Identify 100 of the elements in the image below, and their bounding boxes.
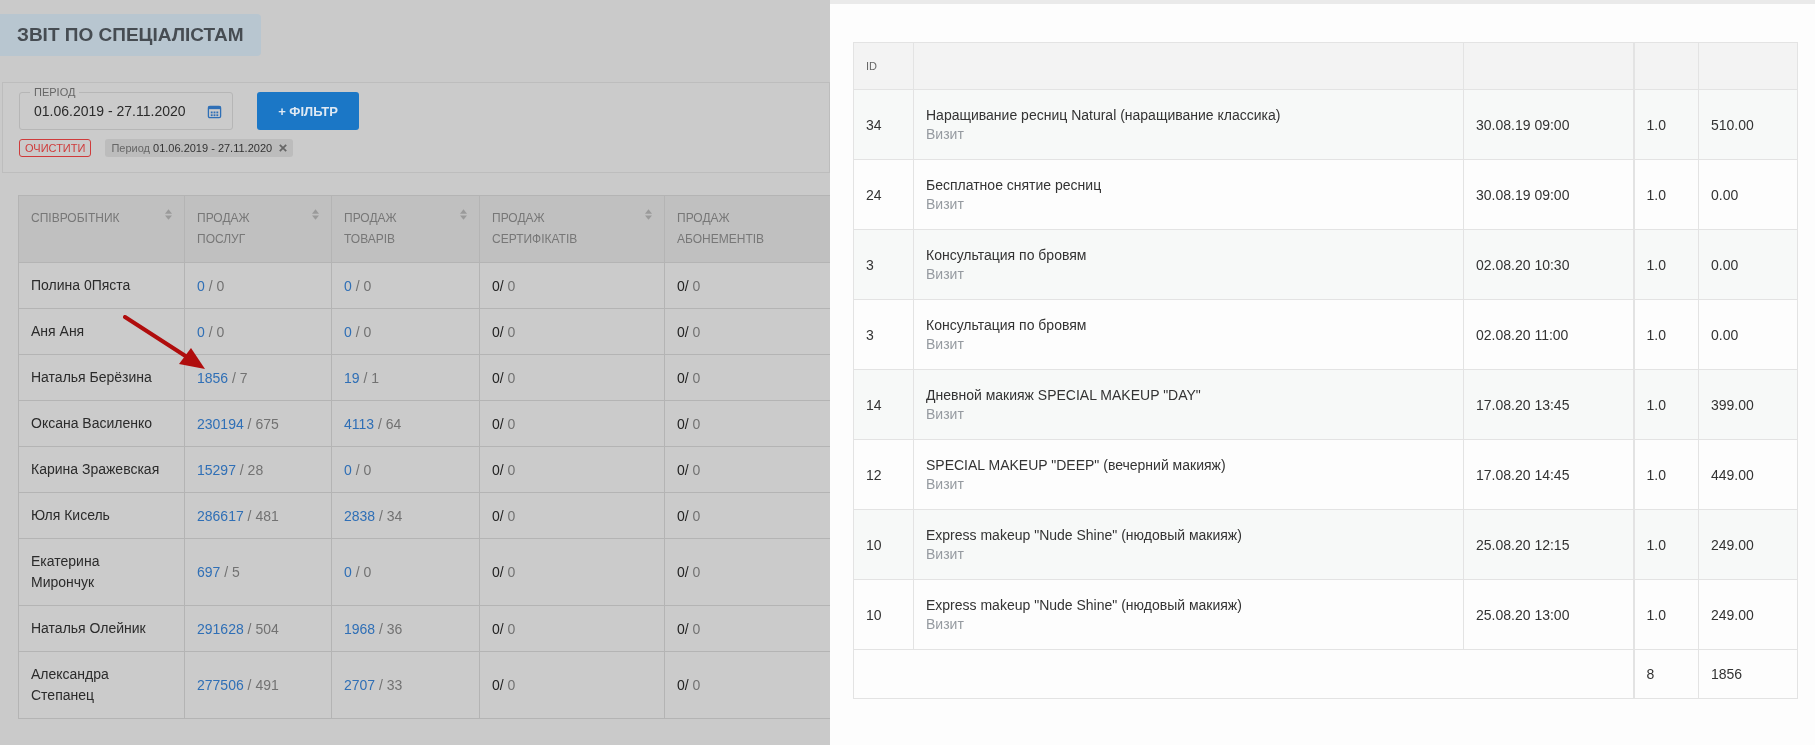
sum-cell: 249.00 (1711, 606, 1754, 623)
column-header: ID (853, 42, 914, 90)
employee-name: Юля Кисель (31, 506, 110, 525)
service-name: Консультация по бровям (926, 315, 1088, 334)
service-name: Консультация по бровям (926, 245, 1088, 264)
close-icon[interactable] (279, 144, 288, 152)
sales-link[interactable]: 0 / 0 (197, 277, 225, 294)
employee-name: Наталья Берёзина (31, 368, 152, 387)
sales-value: 0/ 0 (677, 461, 701, 478)
sales-link[interactable]: 2838 / 34 (344, 507, 403, 524)
date-cell: 17.08.20 14:45 (1476, 466, 1570, 483)
sum-cell: 0.00 (1711, 186, 1739, 203)
id-cell: 34 (866, 116, 882, 133)
service-type: Визит (926, 334, 965, 354)
sales-value: 0/ 0 (677, 677, 701, 693)
sort-icon[interactable] (460, 209, 467, 220)
service-type: Визит (926, 474, 965, 494)
quantity-cell: 1.0 (1646, 466, 1666, 483)
filter-chip[interactable]: Период 01.06.2019 - 27.11.2020 (105, 139, 294, 157)
calendar-icon[interactable] (207, 103, 222, 119)
quantity-cell: 1.0 (1646, 326, 1666, 343)
employee-name: Александра Степанец (31, 665, 110, 705)
date-cell: 02.08.20 10:30 (1476, 256, 1570, 273)
service-name: SPECIAL MAKEUP "DEEP" (вечерний макияж) (926, 455, 1227, 474)
id-cell: 24 (866, 186, 882, 203)
service-type: Визит (926, 404, 965, 424)
sales-value: 0/ 0 (677, 620, 701, 637)
employee-name: Екатерина Мирончук (31, 552, 101, 592)
sort-icon[interactable] (645, 209, 652, 220)
sales-value: 0/ 0 (492, 564, 516, 580)
id-cell: 14 (866, 396, 882, 413)
service-type: Визит (926, 124, 965, 144)
sales-link[interactable]: 0 / 0 (344, 461, 372, 478)
employee-name: Аня Аня (31, 322, 85, 341)
clear-button[interactable]: ОЧИСТИТИ (19, 139, 92, 157)
sales-link[interactable]: 0 / 0 (344, 277, 372, 294)
sales-value: 0/ 0 (492, 369, 516, 386)
service-type: Визит (926, 544, 965, 564)
sort-icon[interactable] (165, 209, 172, 220)
quantity-cell: 1.0 (1646, 256, 1666, 273)
sales-link[interactable]: 277506 / 491 (197, 677, 279, 693)
sales-value: 0/ 0 (492, 461, 516, 478)
sales-value: 0/ 0 (677, 415, 701, 432)
sum-cell: 510.00 (1711, 116, 1754, 133)
employee-name: Наталья Олейник (31, 619, 146, 638)
sales-value: 0/ 0 (492, 677, 516, 693)
sum-cell: 0.00 (1711, 256, 1739, 273)
sales-link[interactable]: 0 / 0 (197, 323, 225, 340)
sales-value: 0/ 0 (677, 507, 701, 524)
sales-value: 0/ 0 (677, 564, 701, 580)
column-header[interactable]: СПІВРОБІТНИК (18, 195, 185, 263)
sum-cell: 0.00 (1711, 326, 1739, 343)
quantity-cell: 1.0 (1646, 396, 1666, 413)
column-header[interactable]: ПРОДАЖ ПОСЛУГ (184, 195, 332, 263)
id-cell: 3 (866, 256, 874, 273)
service-name: Express makeup "Nude Shine" (нюдовый макияж) (926, 595, 1243, 614)
sales-link[interactable]: 1968 / 36 (344, 620, 403, 637)
date-cell: 02.08.20 11:00 (1476, 326, 1569, 343)
employee-name: Полина 0Пяста (31, 276, 131, 295)
sales-link[interactable]: 0 / 0 (344, 323, 372, 340)
column-header[interactable]: ПРОДАЖ СЕРТИФІКАТІВ (479, 195, 665, 263)
sum-cell: 449.00 (1711, 466, 1754, 483)
date-cell: 25.08.20 12:15 (1476, 536, 1570, 553)
column-header[interactable]: ПРОДАЖ ТОВАРІВ (331, 195, 480, 263)
sales-link[interactable]: 0 / 0 (344, 564, 372, 580)
sales-link[interactable]: 4113 / 64 (344, 415, 402, 432)
sum-cell: 399.00 (1711, 396, 1754, 413)
sum-cell: 249.00 (1711, 536, 1754, 553)
sales-link[interactable]: 697 / 5 (197, 564, 240, 580)
sales-link[interactable]: 2707 / 33 (344, 677, 403, 693)
service-name: Наращивание ресниц Natural (наращивание классика) (926, 105, 1282, 124)
id-cell: 3 (866, 326, 874, 343)
quantity-cell: 1.0 (1646, 606, 1666, 623)
sales-value: 0/ 0 (492, 507, 516, 524)
sales-value: 0/ 0 (492, 323, 516, 340)
sales-link[interactable]: 1856 / 7 (197, 369, 248, 386)
sales-link[interactable]: 15297 / 28 (197, 461, 264, 478)
employee-name: Оксана Василенко (31, 414, 153, 433)
page-title: ЗВІТ ПО СПЕЦІАЛІСТАМ (0, 14, 262, 56)
service-type: Визит (926, 264, 965, 284)
sort-icon[interactable] (312, 209, 319, 220)
sales-value: 0/ 0 (677, 277, 701, 294)
service-name: Бесплатное снятие ресниц (926, 175, 1103, 194)
date-cell: 30.08.19 09:00 (1476, 116, 1570, 133)
quantity-cell: 1.0 (1646, 536, 1666, 553)
sales-link[interactable]: 19 / 1 (344, 369, 380, 386)
id-cell: 12 (866, 466, 882, 483)
date-cell: 30.08.19 09:00 (1476, 186, 1570, 203)
column-header[interactable]: ПРОДАЖ АБОНЕМЕНТІВ (664, 195, 830, 263)
sales-value: 0/ 0 (492, 415, 516, 432)
filter-button[interactable]: + ФІЛЬТР (257, 92, 359, 130)
date-cell: 17.08.20 13:45 (1476, 396, 1570, 413)
date-cell: 25.08.20 13:00 (1476, 606, 1570, 623)
service-type: Визит (926, 614, 965, 634)
employee-name: Карина Зражевская (31, 460, 160, 479)
sales-value: 0/ 0 (492, 277, 516, 294)
service-name: Express makeup "Nude Shine" (нюдовый макияж) (926, 525, 1243, 544)
quantity-cell: 1.0 (1646, 116, 1666, 133)
total-sum: 1856 (1711, 666, 1743, 682)
service-name: Дневной макияж SPECIAL MAKEUP "DAY" (926, 385, 1202, 404)
